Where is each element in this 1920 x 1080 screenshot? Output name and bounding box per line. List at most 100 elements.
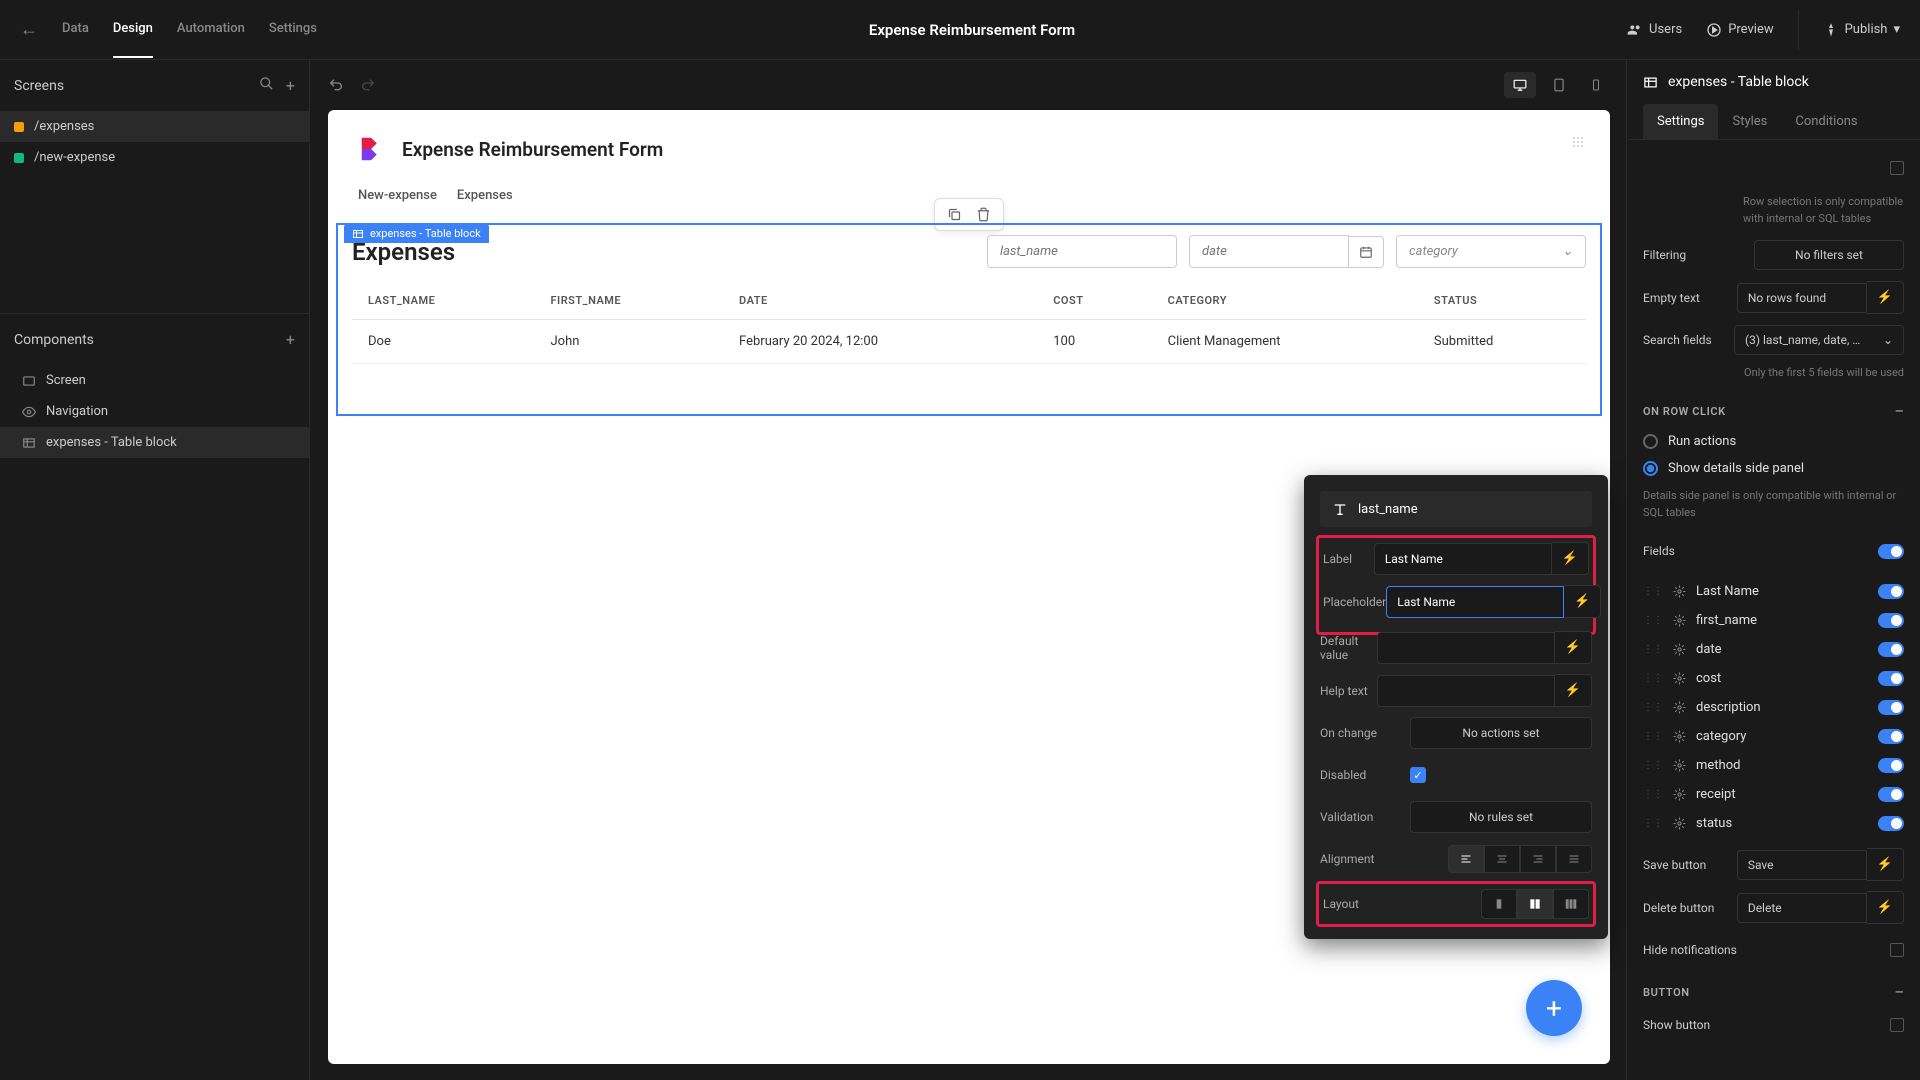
drag-handle-icon[interactable]: ⋮⋮ xyxy=(1643,760,1663,771)
disabled-checkbox[interactable]: ✓ xyxy=(1410,767,1426,783)
filter-last-name[interactable] xyxy=(987,235,1177,268)
component-navigation[interactable]: Navigation xyxy=(0,396,309,427)
radio-run-actions[interactable]: Run actions xyxy=(1643,428,1904,455)
delete-button-input[interactable] xyxy=(1737,893,1867,923)
bolt-icon[interactable]: ⚡ xyxy=(1555,674,1592,707)
field-toggle[interactable] xyxy=(1878,613,1904,628)
validation-button[interactable]: No rules set xyxy=(1410,801,1592,833)
gear-icon[interactable] xyxy=(1673,614,1686,627)
field-toggle[interactable] xyxy=(1878,700,1904,715)
calendar-icon[interactable] xyxy=(1349,236,1384,268)
field-row[interactable]: ⋮⋮ first_name xyxy=(1643,606,1904,635)
layout-3col-icon[interactable] xyxy=(1553,889,1589,919)
rs-tab-styles[interactable]: Styles xyxy=(1718,104,1781,139)
bolt-icon[interactable]: ⚡ xyxy=(1552,542,1589,575)
col-cost[interactable]: COST xyxy=(1037,282,1151,320)
gear-icon[interactable] xyxy=(1673,672,1686,685)
desktop-device-icon[interactable] xyxy=(1504,72,1536,98)
gear-icon[interactable] xyxy=(1673,730,1686,743)
col-last-name[interactable]: LAST_NAME xyxy=(352,282,534,320)
mobile-device-icon[interactable] xyxy=(1582,71,1610,99)
undo-icon[interactable] xyxy=(328,77,344,93)
help-input[interactable] xyxy=(1377,675,1555,707)
col-category[interactable]: CATEGORY xyxy=(1152,282,1418,320)
drag-handle-icon[interactable]: ⋮⋮ xyxy=(1643,818,1663,829)
bolt-icon[interactable]: ⚡ xyxy=(1867,848,1904,881)
field-row[interactable]: ⋮⋮ receipt xyxy=(1643,780,1904,809)
field-row[interactable]: ⋮⋮ description xyxy=(1643,693,1904,722)
search-icon[interactable] xyxy=(259,76,274,95)
placeholder-input[interactable] xyxy=(1386,586,1564,618)
add-component-icon[interactable]: + xyxy=(286,330,295,349)
fab-add-button[interactable]: + xyxy=(1526,980,1582,1036)
component-screen[interactable]: Screen xyxy=(0,365,309,396)
gear-icon[interactable] xyxy=(1673,817,1686,830)
align-justify-icon[interactable] xyxy=(1556,845,1592,873)
tab-data[interactable]: Data xyxy=(62,1,89,58)
drag-handle-icon[interactable]: ⋮⋮ xyxy=(1643,731,1663,742)
save-button-input[interactable] xyxy=(1737,850,1867,880)
filter-category[interactable]: category ⌄ xyxy=(1396,235,1586,268)
drag-handle-icon[interactable]: ⋮⋮ xyxy=(1643,702,1663,713)
delete-icon[interactable] xyxy=(976,207,991,222)
table-row[interactable]: Doe John February 20 2024, 12:00 100 Cli… xyxy=(352,320,1586,364)
field-toggle[interactable] xyxy=(1878,671,1904,686)
align-center-icon[interactable] xyxy=(1484,845,1520,873)
layout-2col-icon[interactable] xyxy=(1517,889,1553,919)
field-row[interactable]: ⋮⋮ category xyxy=(1643,722,1904,751)
field-toggle[interactable] xyxy=(1878,787,1904,802)
drag-handle-icon[interactable]: ⋮⋮ xyxy=(1643,586,1663,597)
gear-icon[interactable] xyxy=(1673,759,1686,772)
default-input[interactable] xyxy=(1377,632,1555,664)
redo-icon[interactable] xyxy=(360,77,376,93)
on-row-click-header[interactable]: ON ROW CLICK — xyxy=(1643,395,1904,428)
users-button[interactable]: Users xyxy=(1627,22,1682,38)
screen-item-new-expense[interactable]: /new-expense xyxy=(0,142,309,173)
fields-toggle[interactable] xyxy=(1878,544,1904,559)
rs-tab-conditions[interactable]: Conditions xyxy=(1781,104,1871,139)
tab-automation[interactable]: Automation xyxy=(177,1,245,58)
field-toggle[interactable] xyxy=(1878,584,1904,599)
back-arrow-icon[interactable]: ← xyxy=(20,19,38,40)
empty-text-input[interactable] xyxy=(1737,283,1867,313)
table-block[interactable]: expenses - Table block Expenses category… xyxy=(336,223,1602,416)
duplicate-icon[interactable] xyxy=(947,207,962,222)
tab-design[interactable]: Design xyxy=(113,1,153,58)
tablet-device-icon[interactable] xyxy=(1544,71,1574,99)
bolt-icon[interactable]: ⚡ xyxy=(1555,631,1592,664)
gear-icon[interactable] xyxy=(1673,701,1686,714)
publish-button[interactable]: Publish ▾ xyxy=(1823,22,1900,38)
label-input[interactable] xyxy=(1374,543,1552,575)
field-toggle[interactable] xyxy=(1878,758,1904,773)
radio-show-details[interactable]: Show details side panel xyxy=(1643,455,1904,482)
gear-icon[interactable] xyxy=(1673,643,1686,656)
bolt-icon[interactable]: ⚡ xyxy=(1867,891,1904,924)
onchange-button[interactable]: No actions set xyxy=(1410,717,1592,749)
screen-item-expenses[interactable]: /expenses xyxy=(0,111,309,142)
hide-notifications-checkbox[interactable] xyxy=(1890,943,1904,957)
filter-date[interactable] xyxy=(1189,235,1349,268)
gear-icon[interactable] xyxy=(1673,585,1686,598)
nav-expenses[interactable]: Expenses xyxy=(457,188,513,203)
add-screen-icon[interactable]: + xyxy=(286,76,295,95)
col-status[interactable]: STATUS xyxy=(1418,282,1586,320)
col-date[interactable]: DATE xyxy=(723,282,1037,320)
field-row[interactable]: ⋮⋮ Last Name xyxy=(1643,577,1904,606)
field-row[interactable]: ⋮⋮ cost xyxy=(1643,664,1904,693)
bolt-icon[interactable]: ⚡ xyxy=(1867,281,1904,314)
drag-handle-icon[interactable]: ⋮⋮ xyxy=(1643,644,1663,655)
drag-handle-icon[interactable]: ⋮⋮ xyxy=(1643,615,1663,626)
button-section-header[interactable]: BUTTON — xyxy=(1643,976,1904,1009)
bolt-icon[interactable]: ⚡ xyxy=(1564,585,1601,618)
component-table-block[interactable]: expenses - Table block xyxy=(0,427,309,458)
layout-1col-icon[interactable] xyxy=(1481,889,1517,919)
nav-new-expense[interactable]: New-expense xyxy=(358,188,437,203)
col-first-name[interactable]: FIRST_NAME xyxy=(534,282,723,320)
field-row[interactable]: ⋮⋮ date xyxy=(1643,635,1904,664)
drag-handle-icon[interactable]: ⋮⋮ xyxy=(1643,673,1663,684)
preview-button[interactable]: Preview xyxy=(1706,22,1773,38)
field-row[interactable]: ⋮⋮ method xyxy=(1643,751,1904,780)
gear-icon[interactable] xyxy=(1673,788,1686,801)
field-toggle[interactable] xyxy=(1878,729,1904,744)
drag-handle-icon[interactable]: ⋮⋮ xyxy=(1643,789,1663,800)
